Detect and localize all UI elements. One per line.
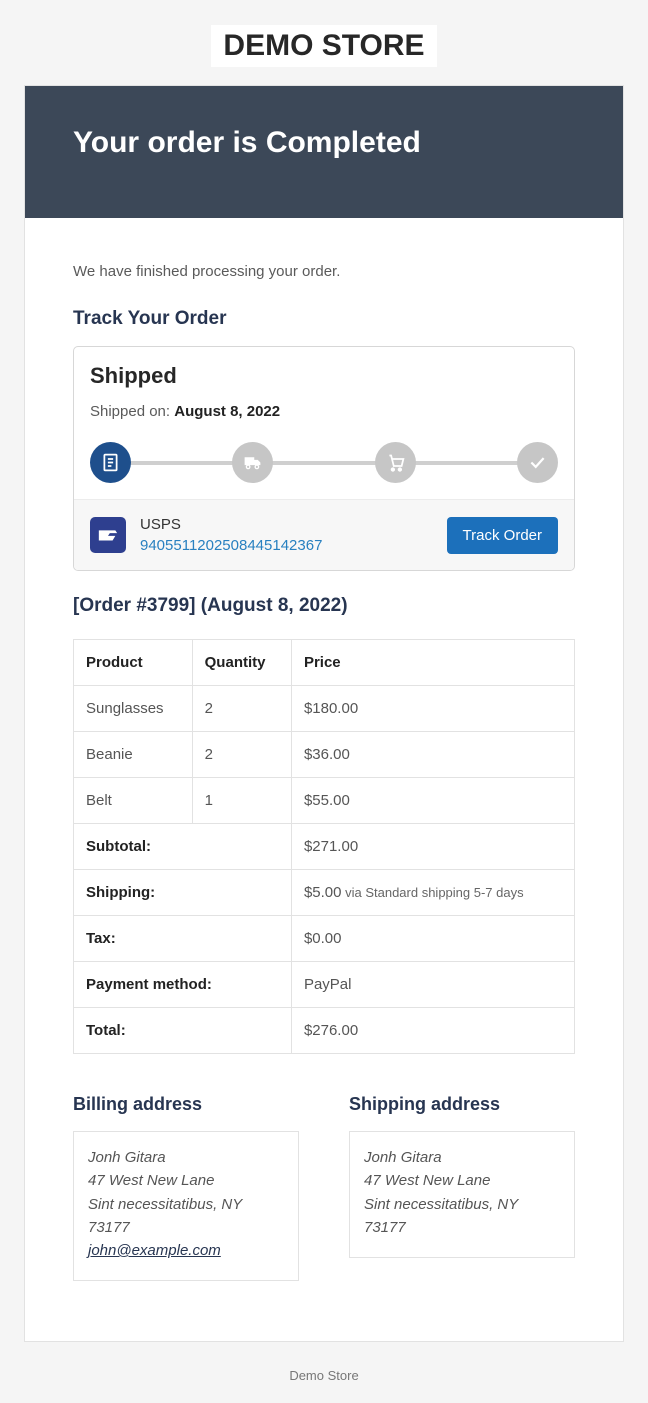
table-row: Belt 1 $55.00 (74, 778, 575, 824)
tracking-box: Shipped Shipped on: August 8, 2022 (73, 346, 575, 571)
subtotal-label: Subtotal: (74, 824, 292, 870)
progress-line (272, 461, 375, 465)
billing-line1: 47 West New Lane (88, 1169, 284, 1192)
carrier-logo-icon (90, 517, 126, 553)
total-value: $276.00 (291, 1008, 574, 1054)
col-product: Product (74, 640, 193, 686)
header-banner: Your order is Completed (25, 86, 623, 218)
payment-value: PayPal (291, 962, 574, 1008)
total-label: Total: (74, 1008, 292, 1054)
shipping-name: Jonh Gitara (364, 1146, 560, 1169)
progress-line (415, 461, 518, 465)
email-card: Your order is Completed We have finished… (24, 85, 624, 1342)
item-qty: 1 (192, 778, 291, 824)
shipping-line2: Sint necessitatibus, NY 73177 (364, 1193, 560, 1240)
shipping-label: Shipping: (74, 870, 292, 916)
billing-address: Jonh Gitara 47 West New Lane Sint necess… (73, 1131, 299, 1281)
item-price: $36.00 (291, 732, 574, 778)
shipment-status: Shipped (90, 363, 558, 389)
summary-row: Subtotal: $271.00 (74, 824, 575, 870)
page-title: Your order is Completed (73, 126, 575, 160)
carrier-name: USPS (140, 516, 433, 533)
step-ordered-icon (90, 442, 131, 483)
store-logo: DEMO STORE (211, 25, 436, 67)
shipped-on: Shipped on: August 8, 2022 (90, 403, 558, 420)
item-qty: 2 (192, 732, 291, 778)
col-qty: Quantity (192, 640, 291, 686)
tracking-number-link[interactable]: 9405511202508445142367 (140, 537, 322, 554)
item-product: Belt (74, 778, 193, 824)
shipping-value: $5.00 via Standard shipping 5-7 days (291, 870, 574, 916)
table-row: Beanie 2 $36.00 (74, 732, 575, 778)
summary-row: Payment method: PayPal (74, 962, 575, 1008)
progress-line (130, 461, 233, 465)
shipping-title: Shipping address (349, 1094, 575, 1115)
shipped-on-date: August 8, 2022 (174, 403, 280, 420)
billing-title: Billing address (73, 1094, 299, 1115)
billing-email-link[interactable]: john@example.com (88, 1242, 221, 1259)
order-table: Product Quantity Price Sunglasses 2 $180… (73, 639, 575, 1054)
step-outfordelivery-icon (375, 442, 416, 483)
item-product: Sunglasses (74, 686, 193, 732)
summary-row: Shipping: $5.00 via Standard shipping 5-… (74, 870, 575, 916)
summary-row: Tax: $0.00 (74, 916, 575, 962)
subtotal-value: $271.00 (291, 824, 574, 870)
shipping-address: Jonh Gitara 47 West New Lane Sint necess… (349, 1131, 575, 1258)
item-price: $180.00 (291, 686, 574, 732)
billing-name: Jonh Gitara (88, 1146, 284, 1169)
tax-label: Tax: (74, 916, 292, 962)
progress-bar (90, 442, 558, 483)
track-section-title: Track Your Order (73, 308, 575, 330)
step-delivered-icon (517, 442, 558, 483)
step-transit-icon (232, 442, 273, 483)
item-qty: 2 (192, 686, 291, 732)
payment-label: Payment method: (74, 962, 292, 1008)
shipped-on-label: Shipped on: (90, 403, 174, 420)
intro-text: We have finished processing your order. (73, 263, 575, 280)
billing-line2: Sint necessitatibus, NY 73177 (88, 1193, 284, 1240)
tax-value: $0.00 (291, 916, 574, 962)
track-order-button[interactable]: Track Order (447, 517, 558, 554)
table-row: Sunglasses 2 $180.00 (74, 686, 575, 732)
summary-row: Total: $276.00 (74, 1008, 575, 1054)
shipping-line1: 47 West New Lane (364, 1169, 560, 1192)
item-product: Beanie (74, 732, 193, 778)
item-price: $55.00 (291, 778, 574, 824)
order-heading: [Order #3799] (August 8, 2022) (73, 595, 575, 617)
col-price: Price (291, 640, 574, 686)
footer-text: Demo Store (0, 1368, 648, 1383)
